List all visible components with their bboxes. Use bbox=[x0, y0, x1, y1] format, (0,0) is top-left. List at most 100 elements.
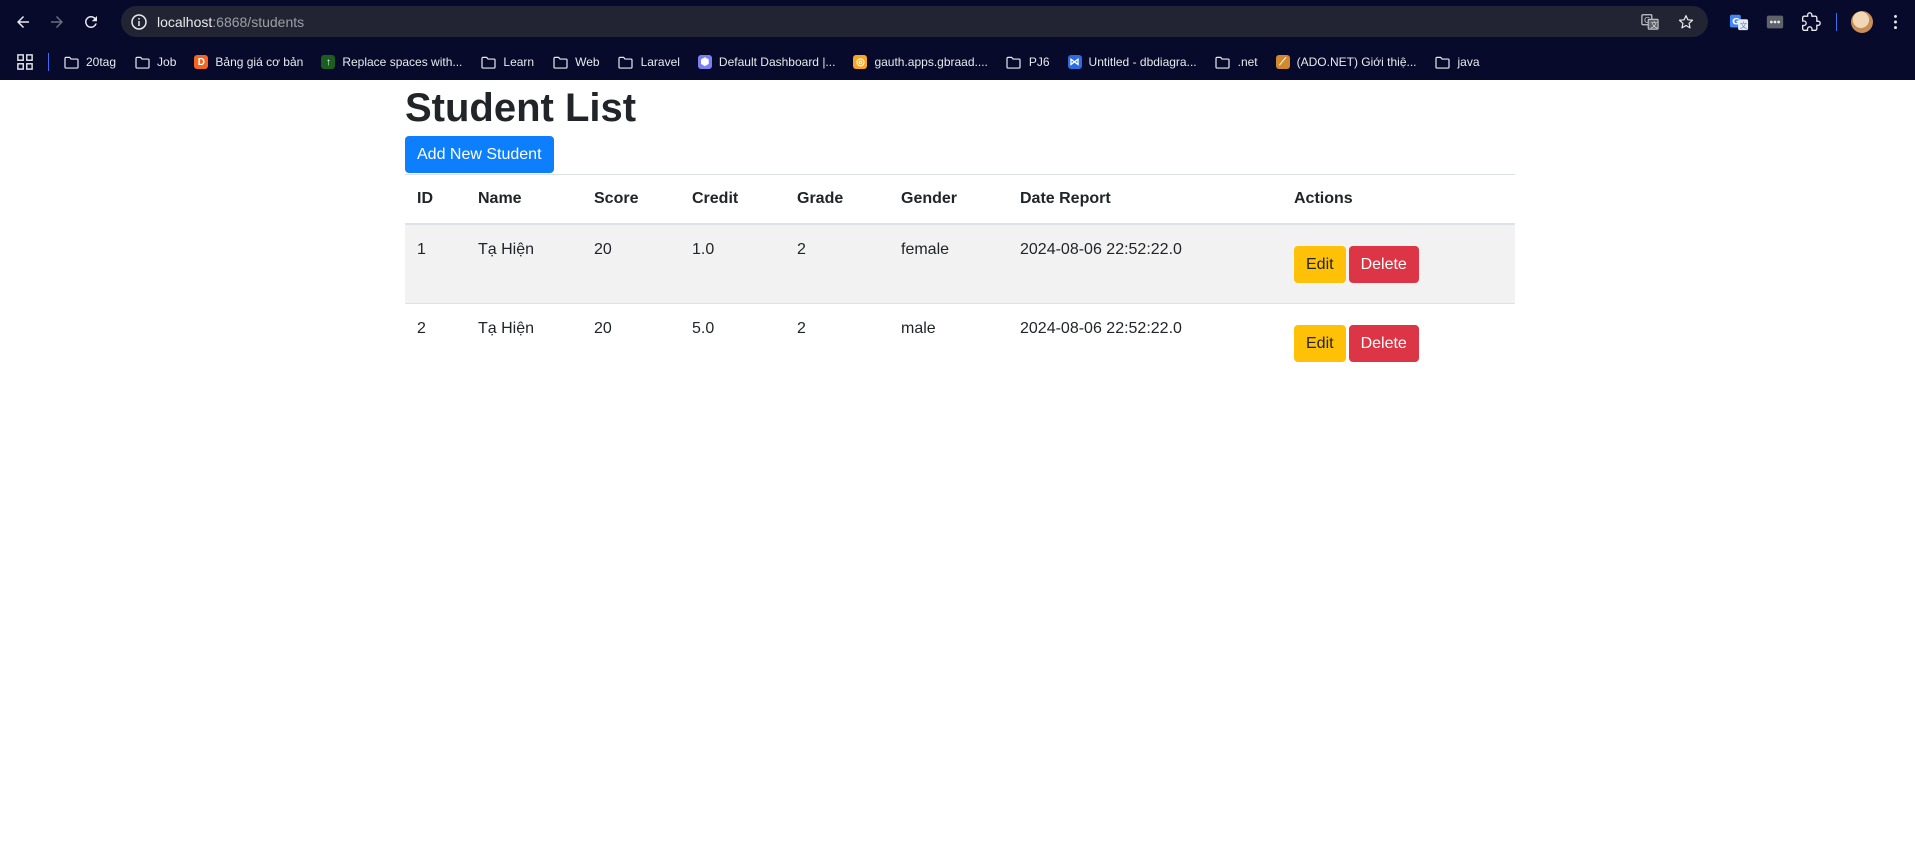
bookmark-label: 20tag bbox=[86, 55, 117, 69]
site-info-icon[interactable] bbox=[131, 13, 147, 30]
column-header-name: Name bbox=[466, 174, 582, 225]
svg-text:文: 文 bbox=[1650, 20, 1657, 29]
bookmark-item[interactable]: java bbox=[1435, 55, 1480, 69]
url-path: :6868/students bbox=[212, 13, 305, 30]
reload-icon bbox=[85, 15, 97, 28]
forward-arrow-icon bbox=[51, 16, 63, 28]
reload-button[interactable] bbox=[76, 7, 106, 37]
page-title: Student List bbox=[405, 86, 637, 130]
cell-id: 1 bbox=[405, 223, 466, 304]
bookmark-item[interactable]: 20tag bbox=[63, 55, 116, 69]
table-row: 2 Tạ Hiện 20 5.0 2 male 2024-08-06 22:52… bbox=[405, 303, 1515, 382]
folder-icon bbox=[63, 55, 79, 69]
cell-credit: 1.0 bbox=[680, 223, 785, 304]
bookmark-item[interactable]: ↑ Replace spaces with... bbox=[321, 55, 462, 69]
bookmark-label: java bbox=[1457, 55, 1480, 69]
cell-gender: female bbox=[889, 223, 1008, 304]
cell-credit: 5.0 bbox=[680, 303, 785, 382]
bookmark-item[interactable]: ⋈ Untitled - dbdiagra... bbox=[1067, 55, 1197, 69]
back-button[interactable] bbox=[8, 7, 38, 37]
extensions-area: G文 bbox=[1728, 0, 1915, 44]
bookmark-item[interactable]: .net bbox=[1215, 55, 1258, 69]
browser-toolbar: localhost:6868/students G文 G文 bbox=[0, 0, 1915, 44]
edit-button[interactable]: Edit bbox=[1294, 245, 1346, 283]
bookmark-item[interactable]: PJ6 bbox=[1006, 55, 1050, 69]
cell-actions: Edit Delete bbox=[1282, 303, 1515, 382]
table-row: 1 Tạ Hiện 20 1.0 2 female 2024-08-06 22:… bbox=[405, 223, 1515, 304]
browser-menu-icon[interactable] bbox=[1887, 11, 1903, 33]
bookmark-label: Learn bbox=[503, 55, 535, 69]
toolbar-divider bbox=[1836, 13, 1837, 31]
site-favicon-icon: ⬢ bbox=[697, 55, 712, 69]
url-text[interactable]: localhost:6868/students bbox=[157, 14, 304, 30]
column-header-date-report: Date Report bbox=[1008, 174, 1282, 225]
column-header-gender: Gender bbox=[889, 174, 1008, 225]
column-header-id: ID bbox=[405, 174, 466, 225]
table-header-row: ID Name Score Credit Grade Gender Date R… bbox=[405, 174, 1515, 225]
omnibox-actions: G文 bbox=[1640, 6, 1696, 37]
bookmarks-divider bbox=[48, 53, 49, 71]
cell-name: Tạ Hiện bbox=[466, 303, 582, 382]
bookmark-item[interactable]: Job bbox=[134, 55, 176, 69]
url-host: localhost bbox=[157, 13, 213, 30]
bookmark-item[interactable]: ◎ gauth.apps.gbraad.... bbox=[853, 55, 988, 69]
bookmark-list: 20tag Job D Bảng giá cơ bản ↑ Replace spaces … bbox=[63, 55, 1498, 69]
column-header-credit: Credit bbox=[680, 174, 785, 225]
google-translate-extension-icon[interactable]: G文 bbox=[1728, 11, 1750, 33]
svg-text:文: 文 bbox=[1740, 21, 1748, 30]
bookmark-label: PJ6 bbox=[1028, 55, 1050, 69]
column-header-score: Score bbox=[582, 174, 680, 225]
bookmark-star-icon[interactable] bbox=[1676, 12, 1696, 32]
folder-icon bbox=[618, 55, 634, 69]
bookmark-label: gauth.apps.gbraad.... bbox=[874, 55, 988, 69]
address-bar[interactable]: localhost:6868/students G文 bbox=[121, 6, 1708, 37]
bookmark-label: Bảng giá cơ bản bbox=[215, 55, 304, 69]
back-arrow-icon bbox=[17, 16, 29, 28]
bookmark-label: Replace spaces with... bbox=[342, 55, 463, 69]
bookmark-label: Default Dashboard |... bbox=[718, 55, 836, 69]
column-header-actions: Actions bbox=[1282, 174, 1515, 225]
cell-score: 20 bbox=[582, 223, 680, 304]
cell-actions: Edit Delete bbox=[1282, 223, 1515, 304]
cell-name: Tạ Hiện bbox=[466, 223, 582, 304]
edit-button[interactable]: Edit bbox=[1294, 324, 1346, 362]
forward-button[interactable] bbox=[42, 7, 72, 37]
bookmark-item[interactable]: Web bbox=[552, 55, 600, 69]
folder-icon bbox=[134, 55, 150, 69]
folder-icon bbox=[1006, 55, 1022, 69]
site-favicon-icon: ↑ bbox=[321, 55, 336, 69]
folder-icon bbox=[480, 55, 496, 69]
delete-button[interactable]: Delete bbox=[1348, 245, 1419, 283]
apps-grid-icon[interactable] bbox=[16, 53, 34, 71]
column-header-grade: Grade bbox=[785, 174, 889, 225]
profile-avatar[interactable] bbox=[1851, 11, 1873, 33]
bookmark-item[interactable]: Learn bbox=[480, 55, 534, 69]
folder-icon bbox=[552, 55, 568, 69]
folder-icon bbox=[1215, 55, 1231, 69]
extensions-puzzle-icon[interactable] bbox=[1800, 11, 1822, 33]
site-favicon-icon: D bbox=[194, 55, 209, 69]
bookmark-label: Laravel bbox=[640, 55, 680, 69]
cell-date-report: 2024-08-06 22:52:22.0 bbox=[1008, 223, 1282, 304]
cell-grade: 2 bbox=[785, 223, 889, 304]
bookmark-label: .net bbox=[1237, 55, 1258, 69]
folder-icon bbox=[1435, 55, 1451, 69]
translate-icon[interactable]: G文 bbox=[1640, 12, 1660, 32]
delete-button[interactable]: Delete bbox=[1348, 324, 1419, 362]
site-favicon-icon: ◎ bbox=[853, 55, 868, 69]
bookmark-item[interactable]: ⟋ (ADO.NET) Giới thiệ... bbox=[1275, 55, 1417, 69]
bookmark-item[interactable]: Laravel bbox=[618, 55, 680, 69]
browser-chrome: localhost:6868/students G文 G文 20tag Job … bbox=[0, 0, 1915, 80]
students-table: ID Name Score Credit Grade Gender Date R… bbox=[405, 174, 1515, 382]
cell-gender: male bbox=[889, 303, 1008, 382]
cell-score: 20 bbox=[582, 303, 680, 382]
site-favicon-icon: ⟋ bbox=[1275, 55, 1290, 69]
add-new-student-button[interactable]: Add New Student bbox=[405, 136, 554, 173]
bookmark-label: (ADO.NET) Giới thiệ... bbox=[1296, 55, 1417, 69]
cell-date-report: 2024-08-06 22:52:22.0 bbox=[1008, 303, 1282, 382]
cell-grade: 2 bbox=[785, 303, 889, 382]
bookmark-item[interactable]: D Bảng giá cơ bản bbox=[194, 55, 303, 69]
bookmark-item[interactable]: ⬢ Default Dashboard |... bbox=[697, 55, 836, 69]
site-favicon-icon: ⋈ bbox=[1067, 55, 1082, 69]
password-manager-extension-icon[interactable] bbox=[1764, 11, 1786, 33]
